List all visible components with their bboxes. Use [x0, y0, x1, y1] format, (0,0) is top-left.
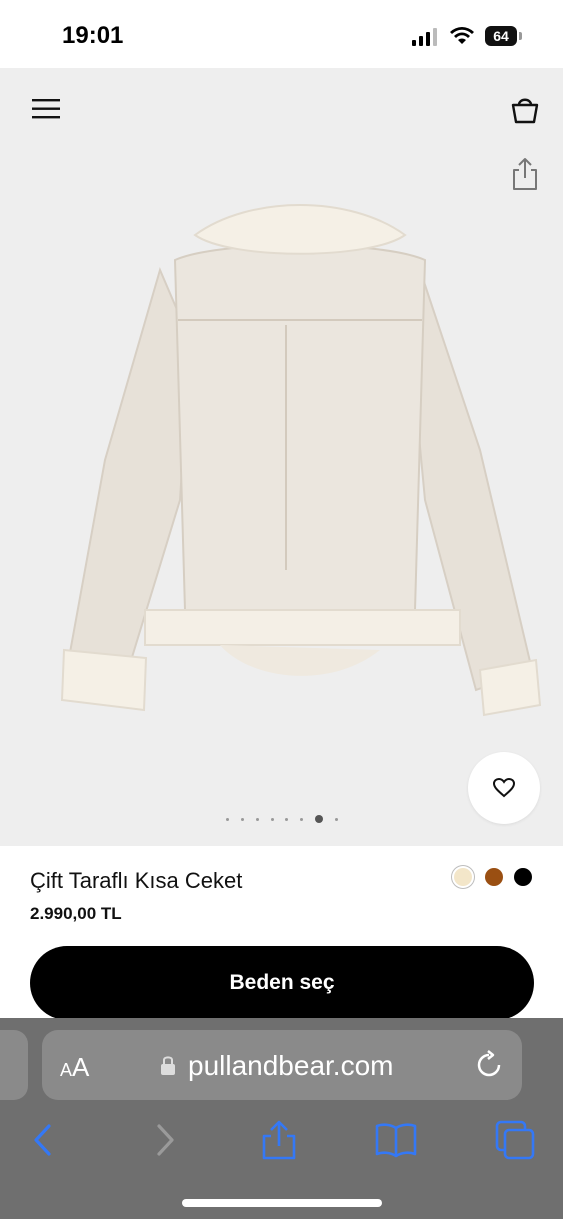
- battery-tip: [519, 32, 522, 40]
- color-swatch-cream[interactable]: [454, 868, 472, 886]
- share-icon[interactable]: [508, 156, 542, 192]
- product-photo: [60, 204, 542, 717]
- home-indicator: [182, 1199, 382, 1207]
- color-swatch-black[interactable]: [514, 868, 532, 886]
- pagination-dot[interactable]: [285, 817, 289, 821]
- forward-icon[interactable]: [142, 1118, 186, 1162]
- back-icon[interactable]: [22, 1118, 66, 1162]
- previous-tab-stub[interactable]: [0, 1030, 28, 1100]
- wishlist-button[interactable]: [468, 752, 540, 824]
- reader-text-size-button[interactable]: AA: [60, 1052, 89, 1083]
- hamburger-menu-icon[interactable]: [30, 96, 64, 122]
- status-time: 19:01: [62, 22, 124, 49]
- status-bar: 19:01 64: [0, 0, 563, 68]
- gallery-pagination: [226, 814, 338, 824]
- product-image-gallery[interactable]: [0, 68, 563, 846]
- pagination-dot-active[interactable]: [315, 815, 324, 823]
- battery-level: 64: [485, 26, 517, 46]
- product-title: Çift Taraflı Kısa Ceket: [30, 868, 243, 893]
- aa-large: A: [72, 1052, 90, 1082]
- tabs-icon[interactable]: [493, 1118, 537, 1162]
- wifi-icon: [450, 27, 474, 44]
- pagination-dot[interactable]: [255, 817, 259, 821]
- pagination-dot[interactable]: [240, 817, 244, 821]
- bookmarks-icon[interactable]: [374, 1118, 418, 1162]
- pagination-dot[interactable]: [270, 817, 274, 821]
- cellular-signal-icon: [412, 28, 437, 46]
- pagination-dot[interactable]: [334, 817, 338, 821]
- battery-icon: 64: [485, 26, 523, 46]
- color-swatches: [454, 868, 534, 888]
- heart-icon: [493, 778, 515, 798]
- lock-icon: [161, 1056, 175, 1075]
- browser-bottom-bar: AA pullandbear.com: [0, 1018, 563, 1219]
- address-bar[interactable]: AA pullandbear.com: [42, 1030, 522, 1100]
- url-text: pullandbear.com: [188, 1050, 394, 1081]
- share-icon[interactable]: [257, 1118, 301, 1162]
- product-price: 2.990,00 TL: [30, 904, 122, 923]
- browser-toolbar: [0, 1118, 563, 1162]
- product-info: Çift Taraflı Kısa Ceket 2.990,00 TL Bede…: [0, 846, 563, 1020]
- reload-icon[interactable]: [472, 1048, 506, 1082]
- aa-small: A: [60, 1060, 73, 1080]
- select-size-button[interactable]: Beden seç: [30, 946, 534, 1020]
- color-swatch-brown[interactable]: [485, 868, 503, 886]
- shopping-bag-icon[interactable]: [508, 94, 542, 126]
- pagination-dot[interactable]: [226, 817, 229, 821]
- pagination-dot[interactable]: [300, 817, 304, 821]
